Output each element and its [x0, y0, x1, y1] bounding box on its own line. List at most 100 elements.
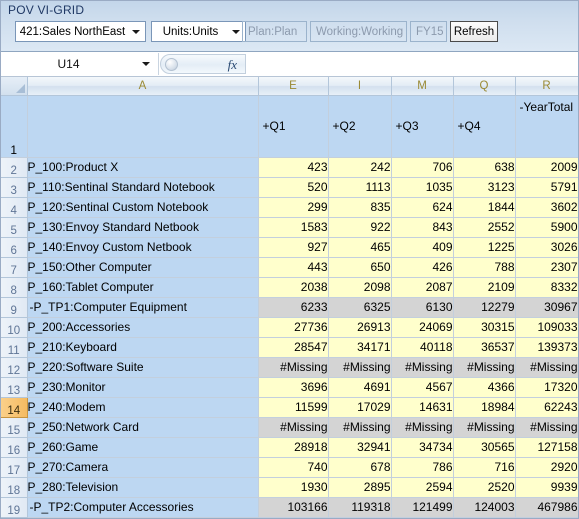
member-cell[interactable]: P_110:Sentinal Standard Notebook	[27, 177, 259, 198]
data-cell[interactable]: 716	[453, 457, 516, 478]
data-cell[interactable]: 17320	[515, 377, 578, 398]
data-cell[interactable]: 2552	[453, 217, 516, 238]
data-cell[interactable]: 119318	[328, 497, 392, 518]
data-cell[interactable]: 4691	[328, 377, 392, 398]
data-cell[interactable]: 2087	[391, 277, 454, 298]
column-header-e[interactable]: E	[258, 77, 329, 96]
fx-icon[interactable]: fx	[228, 57, 237, 73]
name-box[interactable]: U14	[1, 53, 159, 75]
member-cell[interactable]: P_200:Accessories	[27, 317, 259, 338]
data-cell[interactable]: 18984	[453, 397, 516, 418]
member-cell[interactable]: P_120:Sentinal Custom Notebook	[27, 197, 259, 218]
cell-a1[interactable]	[27, 95, 259, 158]
data-cell[interactable]: 28918	[258, 437, 329, 458]
data-cell[interactable]: #Missing	[391, 417, 454, 438]
data-cell[interactable]: #Missing	[328, 357, 392, 378]
data-cell[interactable]: 12279	[453, 297, 516, 318]
data-cell[interactable]: 2895	[328, 477, 392, 498]
row-header-5[interactable]: 5	[1, 217, 28, 238]
data-cell[interactable]: 2307	[515, 257, 578, 278]
row-header-17[interactable]: 17	[1, 457, 28, 478]
data-cell[interactable]: 17029	[328, 397, 392, 418]
data-cell[interactable]: 6325	[328, 297, 392, 318]
data-cell[interactable]: 409	[391, 237, 454, 258]
data-cell[interactable]: #Missing	[515, 357, 578, 378]
data-cell[interactable]: 426	[391, 257, 454, 278]
data-cell[interactable]: 11599	[258, 397, 329, 418]
formula-bar-controls[interactable]: fx	[160, 54, 246, 74]
member-cell[interactable]: P_240:Modem	[27, 397, 259, 418]
data-cell[interactable]: #Missing	[328, 417, 392, 438]
data-cell[interactable]: 27736	[258, 317, 329, 338]
data-cell[interactable]: 124003	[453, 497, 516, 518]
member-cell[interactable]: P_250:Network Card	[27, 417, 259, 438]
row-header-12[interactable]: 12	[1, 357, 28, 378]
data-cell[interactable]: 6130	[391, 297, 454, 318]
data-cell[interactable]: 786	[391, 457, 454, 478]
data-cell[interactable]: 3696	[258, 377, 329, 398]
data-cell[interactable]: 5900	[515, 217, 578, 238]
data-cell[interactable]: 6233	[258, 297, 329, 318]
member-cell[interactable]: P_270:Camera	[27, 457, 259, 478]
row-header-9[interactable]: 9	[1, 297, 28, 318]
data-cell[interactable]: 927	[258, 237, 329, 258]
row-header-4[interactable]: 4	[1, 197, 28, 218]
data-cell[interactable]: #Missing	[391, 357, 454, 378]
insert-function-orb-icon[interactable]	[165, 58, 178, 71]
data-cell[interactable]: 467986	[515, 497, 578, 518]
row-header-7[interactable]: 7	[1, 257, 28, 278]
column-header-q[interactable]: Q	[453, 77, 516, 96]
data-cell[interactable]: #Missing	[453, 357, 516, 378]
row-header-3[interactable]: 3	[1, 177, 28, 198]
member-cell[interactable]: P_150:Other Computer	[27, 257, 259, 278]
data-cell[interactable]: 24069	[391, 317, 454, 338]
data-cell[interactable]: 2520	[453, 477, 516, 498]
row-header-2[interactable]: 2	[1, 157, 28, 178]
member-cell[interactable]: P_230:Monitor	[27, 377, 259, 398]
data-cell[interactable]: 843	[391, 217, 454, 238]
pov-year-field[interactable]: FY15	[410, 21, 447, 42]
data-cell[interactable]: 40118	[391, 337, 454, 358]
data-cell[interactable]: 14631	[391, 397, 454, 418]
data-cell[interactable]: #Missing	[453, 417, 516, 438]
select-all-corner[interactable]	[1, 77, 28, 96]
data-cell[interactable]: 103166	[258, 497, 329, 518]
data-cell[interactable]: 465	[328, 237, 392, 258]
data-cell[interactable]: #Missing	[258, 357, 329, 378]
member-cell[interactable]: P_160:Tablet Computer	[27, 277, 259, 298]
row-header-10[interactable]: 10	[1, 317, 28, 338]
data-cell[interactable]: 8332	[515, 277, 578, 298]
member-cell[interactable]: P_140:Envoy Custom Netbook	[27, 237, 259, 258]
data-cell[interactable]: 2109	[453, 277, 516, 298]
row-header-15[interactable]: 15	[1, 417, 28, 438]
column-header-a[interactable]: A	[27, 77, 259, 96]
data-cell[interactable]: 30315	[453, 317, 516, 338]
data-cell[interactable]: 30967	[515, 297, 578, 318]
data-cell[interactable]: 650	[328, 257, 392, 278]
row-header-19[interactable]: 19	[1, 497, 28, 518]
row-header-16[interactable]: 16	[1, 437, 28, 458]
row-header-1[interactable]: 1	[1, 95, 28, 158]
data-cell[interactable]: 1035	[391, 177, 454, 198]
data-cell[interactable]: 9939	[515, 477, 578, 498]
member-cell[interactable]: P_210:Keyboard	[27, 337, 259, 358]
cell-e1-q1[interactable]: +Q1	[258, 95, 329, 158]
row-header-14[interactable]: 14	[1, 397, 28, 418]
row-header-11[interactable]: 11	[1, 337, 28, 358]
data-cell[interactable]: 3026	[515, 237, 578, 258]
data-cell[interactable]: 62243	[515, 397, 578, 418]
pov-entity-dropdown[interactable]: 421:Sales NorthEast	[15, 21, 146, 42]
row-header-18[interactable]: 18	[1, 477, 28, 498]
member-cell[interactable]: P_280:Television	[27, 477, 259, 498]
data-cell[interactable]: 30565	[453, 437, 516, 458]
data-cell[interactable]: 34734	[391, 437, 454, 458]
data-cell[interactable]: 109033	[515, 317, 578, 338]
formula-input[interactable]	[248, 53, 578, 75]
data-cell[interactable]: 1113	[328, 177, 392, 198]
column-header-i[interactable]: I	[328, 77, 392, 96]
data-cell[interactable]: 121499	[391, 497, 454, 518]
column-header-m[interactable]: M	[391, 77, 454, 96]
data-cell[interactable]: 678	[328, 457, 392, 478]
data-cell[interactable]: 5791	[515, 177, 578, 198]
data-cell[interactable]: 299	[258, 197, 329, 218]
